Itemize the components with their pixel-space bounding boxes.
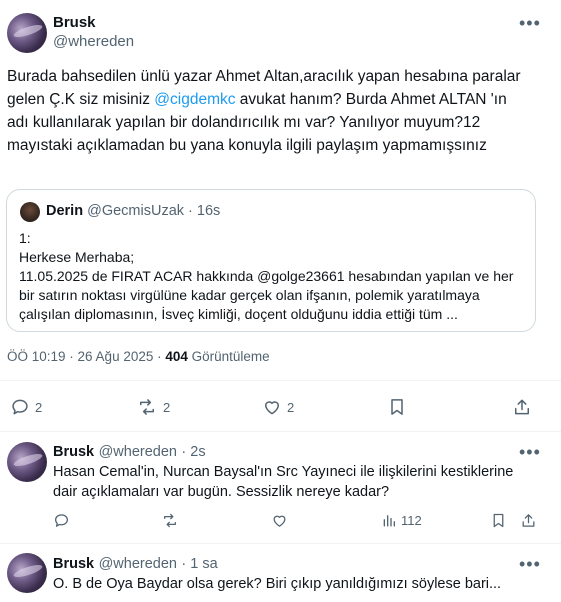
share-button[interactable] bbox=[512, 397, 532, 417]
tweet-text: Burada bahsedilen ünlü yazar Ahmet Altan… bbox=[7, 65, 527, 157]
reply-author-name[interactable]: Brusk bbox=[53, 556, 94, 572]
reply-header: Brusk @whereden · 1 sa bbox=[53, 555, 218, 573]
quote-author-handle: @GecmisUzak bbox=[87, 203, 185, 219]
more-icon[interactable]: ••• bbox=[519, 443, 541, 461]
bookmark-icon bbox=[391, 399, 403, 415]
mention-link[interactable]: @cigdemkc bbox=[154, 91, 235, 108]
reply-author-handle[interactable]: @whereden bbox=[99, 444, 177, 460]
reply-time[interactable]: · 1 sa bbox=[181, 556, 217, 572]
author-handle[interactable]: @whereden bbox=[53, 33, 134, 50]
divider bbox=[0, 380, 561, 381]
quote-avatar bbox=[20, 202, 40, 222]
reply-text: O. B de Oya Baydar olsa gerek? Biri çıkı… bbox=[53, 576, 502, 592]
reply-count: 2 bbox=[35, 399, 43, 415]
quote-text: 1: Herkese Merhaba; 11.05.2025 de FIRAT … bbox=[19, 230, 514, 322]
tweet-timestamp[interactable]: ÖÖ 10:19 · 26 Ağu 2025 · bbox=[7, 349, 165, 364]
tweet-meta: ÖÖ 10:19 · 26 Ağu 2025 · 404 Görüntüleme bbox=[7, 349, 270, 364]
views-icon bbox=[383, 515, 395, 527]
quote-header: Derin @GecmisUzak · 16s bbox=[46, 203, 220, 219]
quote-author-name: Derin bbox=[46, 203, 84, 219]
views-count: 112 bbox=[401, 513, 422, 528]
author-avatar[interactable] bbox=[7, 13, 47, 53]
more-icon[interactable]: ••• bbox=[519, 14, 541, 32]
views-label: Görüntüleme bbox=[187, 349, 270, 364]
share-button[interactable] bbox=[520, 512, 537, 529]
quote-time: · 16s bbox=[188, 203, 221, 219]
like-count: 2 bbox=[287, 399, 295, 415]
bookmark-icon bbox=[493, 513, 504, 528]
author-name[interactable]: Brusk bbox=[53, 14, 96, 31]
reply-button[interactable]: 2 bbox=[10, 397, 42, 417]
like-icon bbox=[273, 515, 286, 527]
repost-button[interactable]: 2 bbox=[136, 397, 170, 417]
divider bbox=[0, 543, 561, 544]
reply-avatar[interactable] bbox=[7, 553, 47, 593]
repost-button[interactable] bbox=[161, 512, 179, 529]
reply-button[interactable] bbox=[53, 512, 70, 529]
more-icon[interactable]: ••• bbox=[519, 555, 541, 573]
reply-avatar[interactable] bbox=[7, 442, 47, 482]
divider bbox=[0, 431, 561, 432]
like-button[interactable]: 2 bbox=[262, 397, 294, 417]
views-button[interactable]: 112 bbox=[381, 512, 422, 529]
share-icon bbox=[515, 399, 529, 415]
share-icon bbox=[522, 514, 535, 527]
reply-author-name[interactable]: Brusk bbox=[53, 444, 94, 460]
reply-icon bbox=[54, 514, 69, 527]
reply-header: Brusk @whereden · 2s bbox=[53, 443, 206, 461]
bookmark-button[interactable] bbox=[387, 397, 407, 417]
reply-author-handle[interactable]: @whereden bbox=[99, 556, 177, 572]
repost-icon bbox=[164, 513, 176, 528]
reply-time[interactable]: · 2s bbox=[181, 444, 205, 460]
quoted-tweet[interactable]: Derin @GecmisUzak · 16s 1: Herkese Merha… bbox=[6, 189, 536, 332]
bookmark-button[interactable] bbox=[490, 512, 507, 529]
like-button[interactable] bbox=[271, 512, 288, 529]
views-count: 404 bbox=[165, 349, 188, 364]
reply-icon bbox=[12, 399, 28, 415]
repost-icon bbox=[140, 399, 154, 415]
like-icon bbox=[265, 401, 279, 415]
repost-count: 2 bbox=[163, 399, 171, 415]
reply-text: Hasan Cemal'in, Nurcan Baysal'ın Src Yay… bbox=[53, 464, 514, 500]
